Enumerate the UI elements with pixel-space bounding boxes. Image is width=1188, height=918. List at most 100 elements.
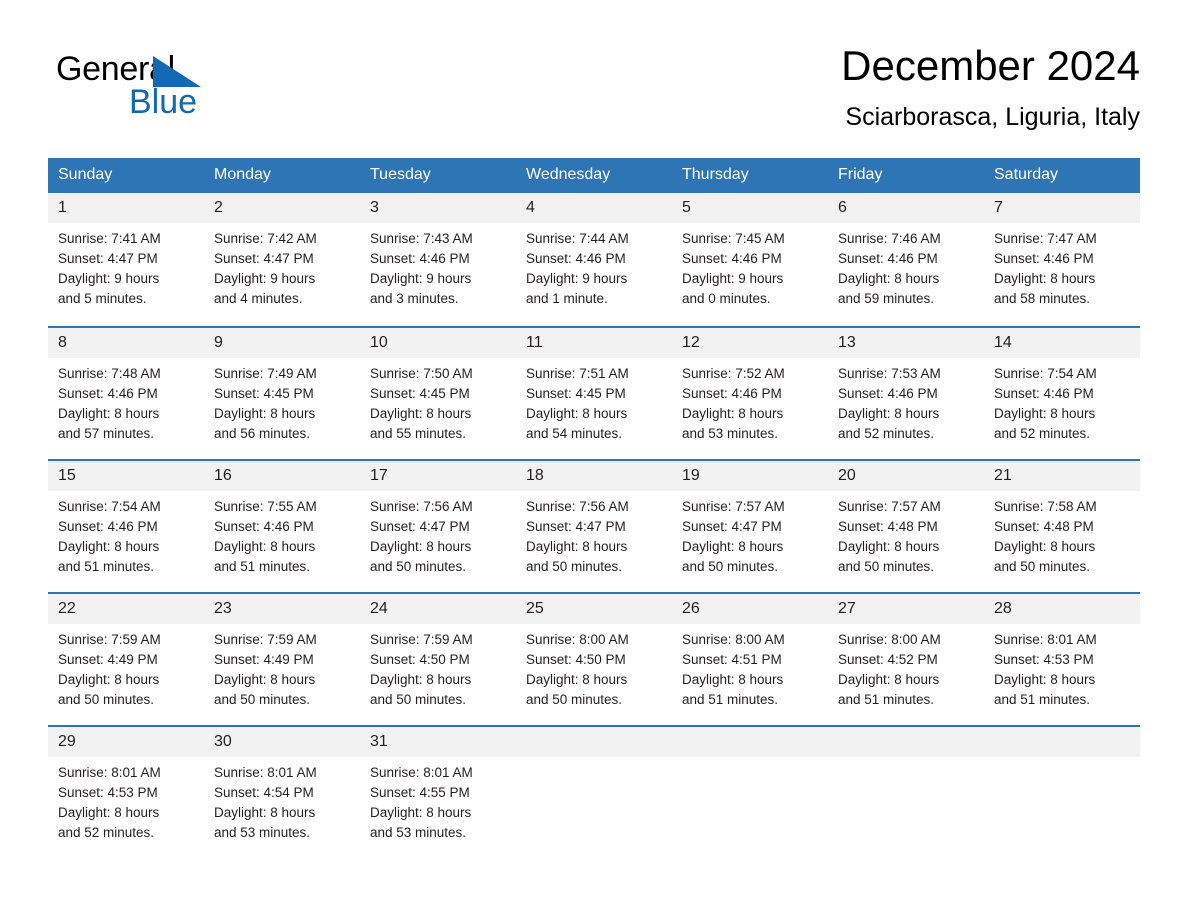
sunset-text: Sunset: 4:53 PM bbox=[58, 785, 158, 800]
general-blue-logo: General Blue bbox=[56, 50, 316, 130]
sunset-text: Sunset: 4:51 PM bbox=[682, 652, 782, 667]
day-cell[interactable]: 22 Sunrise: 7:59 AM Sunset: 4:49 PM Dayl… bbox=[48, 594, 204, 725]
day-cell[interactable]: 3 Sunrise: 7:43 AM Sunset: 4:46 PM Dayli… bbox=[360, 193, 516, 326]
daylight-text-line2: and 50 minutes. bbox=[838, 559, 935, 574]
day-info: Sunrise: 7:56 AM Sunset: 4:47 PM Dayligh… bbox=[360, 491, 516, 577]
sunset-text: Sunset: 4:46 PM bbox=[214, 519, 314, 534]
day-cell[interactable]: 30 Sunrise: 8:01 AM Sunset: 4:54 PM Dayl… bbox=[204, 727, 360, 858]
sunset-text: Sunset: 4:48 PM bbox=[994, 519, 1094, 534]
day-cell[interactable]: 26 Sunrise: 8:00 AM Sunset: 4:51 PM Dayl… bbox=[672, 594, 828, 725]
day-cell[interactable]: 7 Sunrise: 7:47 AM Sunset: 4:46 PM Dayli… bbox=[984, 193, 1140, 326]
sunrise-text: Sunrise: 7:44 AM bbox=[526, 231, 629, 246]
day-number: 2 bbox=[204, 193, 360, 223]
day-cell[interactable]: 15 Sunrise: 7:54 AM Sunset: 4:46 PM Dayl… bbox=[48, 461, 204, 592]
location-subtitle: Sciarborasca, Liguria, Italy bbox=[845, 103, 1140, 131]
day-cell[interactable]: 4 Sunrise: 7:44 AM Sunset: 4:46 PM Dayli… bbox=[516, 193, 672, 326]
day-number: 11 bbox=[516, 328, 672, 358]
day-cell[interactable]: 9 Sunrise: 7:49 AM Sunset: 4:45 PM Dayli… bbox=[204, 328, 360, 459]
day-cell[interactable]: 25 Sunrise: 8:00 AM Sunset: 4:50 PM Dayl… bbox=[516, 594, 672, 725]
day-number: 31 bbox=[360, 727, 516, 757]
day-cell-empty bbox=[828, 727, 984, 858]
week-row: 1 Sunrise: 7:41 AM Sunset: 4:47 PM Dayli… bbox=[48, 193, 1140, 326]
day-cell[interactable]: 17 Sunrise: 7:56 AM Sunset: 4:47 PM Dayl… bbox=[360, 461, 516, 592]
day-info: Sunrise: 7:53 AM Sunset: 4:46 PM Dayligh… bbox=[828, 358, 984, 444]
sunrise-text: Sunrise: 7:52 AM bbox=[682, 366, 785, 381]
daylight-text-line2: and 50 minutes. bbox=[682, 559, 779, 574]
sunset-text: Sunset: 4:46 PM bbox=[838, 386, 938, 401]
weekday-header-thursday: Thursday bbox=[682, 166, 749, 183]
day-cell[interactable]: 27 Sunrise: 8:00 AM Sunset: 4:52 PM Dayl… bbox=[828, 594, 984, 725]
day-info: Sunrise: 8:00 AM Sunset: 4:52 PM Dayligh… bbox=[828, 624, 984, 710]
day-number: 13 bbox=[828, 328, 984, 358]
day-cell[interactable]: 23 Sunrise: 7:59 AM Sunset: 4:49 PM Dayl… bbox=[204, 594, 360, 725]
sunrise-text: Sunrise: 7:43 AM bbox=[370, 231, 473, 246]
daylight-text-line1: Daylight: 8 hours bbox=[526, 406, 628, 421]
daylight-text-line2: and 52 minutes. bbox=[994, 426, 1091, 441]
sunset-text: Sunset: 4:46 PM bbox=[838, 251, 938, 266]
day-cell[interactable]: 13 Sunrise: 7:53 AM Sunset: 4:46 PM Dayl… bbox=[828, 328, 984, 459]
daylight-text-line2: and 50 minutes. bbox=[994, 559, 1091, 574]
weekday-header-row: Sunday Monday Tuesday Wednesday Thursday… bbox=[48, 158, 1140, 193]
day-info: Sunrise: 8:00 AM Sunset: 4:51 PM Dayligh… bbox=[672, 624, 828, 710]
daylight-text-line2: and 50 minutes. bbox=[370, 559, 467, 574]
day-info: Sunrise: 7:51 AM Sunset: 4:45 PM Dayligh… bbox=[516, 358, 672, 444]
day-cell-empty bbox=[516, 727, 672, 858]
day-number: 8 bbox=[48, 328, 204, 358]
daylight-text-line1: Daylight: 8 hours bbox=[370, 539, 472, 554]
daylight-text-line2: and 56 minutes. bbox=[214, 426, 311, 441]
day-number: 7 bbox=[984, 193, 1140, 223]
daylight-text-line2: and 51 minutes. bbox=[58, 559, 155, 574]
day-info: Sunrise: 7:57 AM Sunset: 4:47 PM Dayligh… bbox=[672, 491, 828, 577]
day-cell[interactable]: 12 Sunrise: 7:52 AM Sunset: 4:46 PM Dayl… bbox=[672, 328, 828, 459]
day-cell-empty bbox=[984, 727, 1140, 858]
day-cell[interactable]: 5 Sunrise: 7:45 AM Sunset: 4:46 PM Dayli… bbox=[672, 193, 828, 326]
weekday-header-sunday: Sunday bbox=[58, 166, 113, 183]
day-cell[interactable]: 6 Sunrise: 7:46 AM Sunset: 4:46 PM Dayli… bbox=[828, 193, 984, 326]
daylight-text-line2: and 52 minutes. bbox=[58, 825, 155, 840]
day-cell-empty bbox=[672, 727, 828, 858]
daylight-text-line2: and 50 minutes. bbox=[214, 692, 311, 707]
day-cell[interactable]: 24 Sunrise: 7:59 AM Sunset: 4:50 PM Dayl… bbox=[360, 594, 516, 725]
sunrise-text: Sunrise: 7:53 AM bbox=[838, 366, 941, 381]
day-info: Sunrise: 7:56 AM Sunset: 4:47 PM Dayligh… bbox=[516, 491, 672, 577]
day-cell[interactable]: 16 Sunrise: 7:55 AM Sunset: 4:46 PM Dayl… bbox=[204, 461, 360, 592]
day-cell[interactable]: 31 Sunrise: 8:01 AM Sunset: 4:55 PM Dayl… bbox=[360, 727, 516, 858]
day-number: 26 bbox=[672, 594, 828, 624]
daylight-text-line1: Daylight: 8 hours bbox=[58, 672, 160, 687]
week-row: 8 Sunrise: 7:48 AM Sunset: 4:46 PM Dayli… bbox=[48, 326, 1140, 459]
day-cell[interactable]: 11 Sunrise: 7:51 AM Sunset: 4:45 PM Dayl… bbox=[516, 328, 672, 459]
sunset-text: Sunset: 4:50 PM bbox=[526, 652, 626, 667]
sunset-text: Sunset: 4:45 PM bbox=[526, 386, 626, 401]
sunset-text: Sunset: 4:48 PM bbox=[838, 519, 938, 534]
sunset-text: Sunset: 4:47 PM bbox=[682, 519, 782, 534]
sunrise-text: Sunrise: 7:58 AM bbox=[994, 499, 1097, 514]
day-info: Sunrise: 7:59 AM Sunset: 4:49 PM Dayligh… bbox=[48, 624, 204, 710]
day-cell[interactable]: 8 Sunrise: 7:48 AM Sunset: 4:46 PM Dayli… bbox=[48, 328, 204, 459]
day-info: Sunrise: 8:01 AM Sunset: 4:53 PM Dayligh… bbox=[48, 757, 204, 843]
day-cell[interactable]: 21 Sunrise: 7:58 AM Sunset: 4:48 PM Dayl… bbox=[984, 461, 1140, 592]
daylight-text-line2: and 55 minutes. bbox=[370, 426, 467, 441]
day-cell[interactable]: 28 Sunrise: 8:01 AM Sunset: 4:53 PM Dayl… bbox=[984, 594, 1140, 725]
day-info: Sunrise: 7:49 AM Sunset: 4:45 PM Dayligh… bbox=[204, 358, 360, 444]
day-cell[interactable]: 29 Sunrise: 8:01 AM Sunset: 4:53 PM Dayl… bbox=[48, 727, 204, 858]
sunrise-text: Sunrise: 7:49 AM bbox=[214, 366, 317, 381]
day-cell[interactable]: 19 Sunrise: 7:57 AM Sunset: 4:47 PM Dayl… bbox=[672, 461, 828, 592]
daylight-text-line2: and 50 minutes. bbox=[526, 692, 623, 707]
daylight-text-line2: and 51 minutes. bbox=[838, 692, 935, 707]
sunset-text: Sunset: 4:55 PM bbox=[370, 785, 470, 800]
day-cell[interactable]: 14 Sunrise: 7:54 AM Sunset: 4:46 PM Dayl… bbox=[984, 328, 1140, 459]
day-cell[interactable]: 1 Sunrise: 7:41 AM Sunset: 4:47 PM Dayli… bbox=[48, 193, 204, 326]
day-cell[interactable]: 20 Sunrise: 7:57 AM Sunset: 4:48 PM Dayl… bbox=[828, 461, 984, 592]
daylight-text-line1: Daylight: 8 hours bbox=[370, 672, 472, 687]
day-cell[interactable]: 10 Sunrise: 7:50 AM Sunset: 4:45 PM Dayl… bbox=[360, 328, 516, 459]
daylight-text-line2: and 50 minutes. bbox=[58, 692, 155, 707]
daylight-text-line1: Daylight: 9 hours bbox=[58, 271, 160, 286]
day-cell[interactable]: 18 Sunrise: 7:56 AM Sunset: 4:47 PM Dayl… bbox=[516, 461, 672, 592]
sunrise-text: Sunrise: 8:01 AM bbox=[214, 765, 317, 780]
daylight-text-line2: and 53 minutes. bbox=[370, 825, 467, 840]
day-cell[interactable]: 2 Sunrise: 7:42 AM Sunset: 4:47 PM Dayli… bbox=[204, 193, 360, 326]
day-number: 18 bbox=[516, 461, 672, 491]
sunrise-text: Sunrise: 7:59 AM bbox=[370, 632, 473, 647]
sunrise-text: Sunrise: 7:57 AM bbox=[682, 499, 785, 514]
day-number: 23 bbox=[204, 594, 360, 624]
